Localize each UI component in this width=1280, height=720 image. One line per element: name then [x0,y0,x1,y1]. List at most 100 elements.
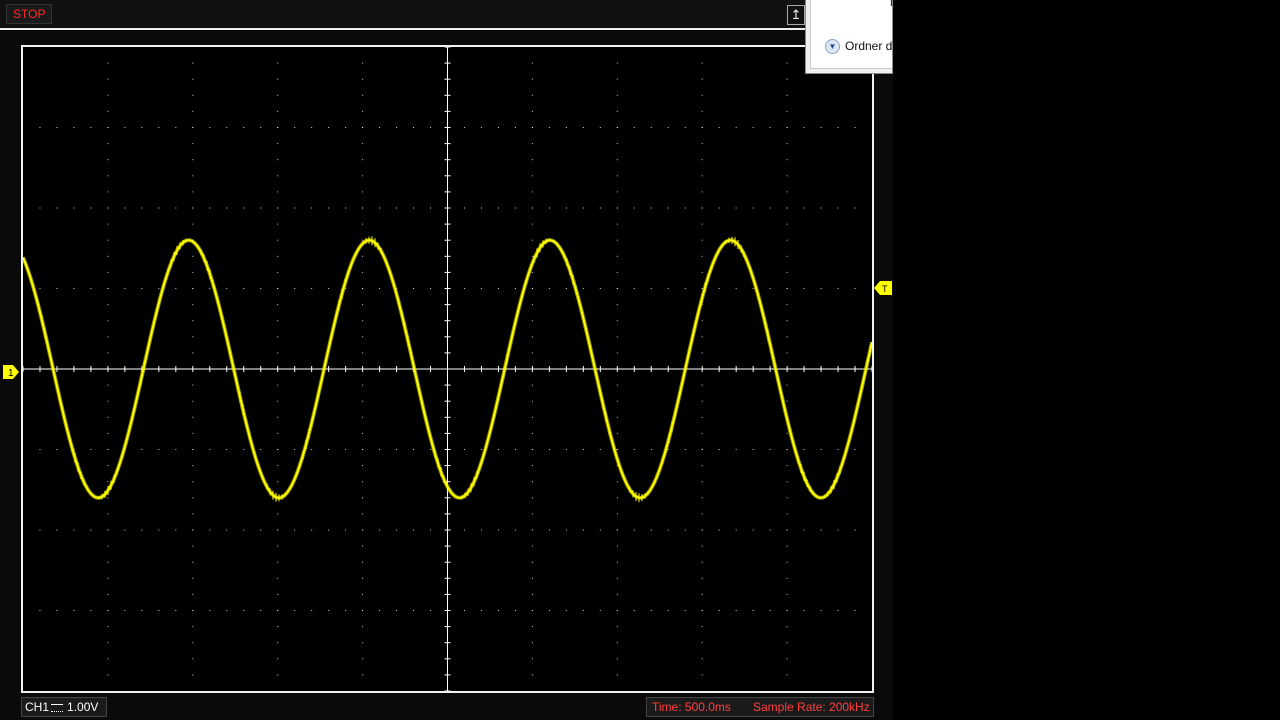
grid-dot [277,384,279,386]
grid-dot [684,610,686,611]
grid-dot [362,223,364,225]
grid-dot [277,481,279,483]
grid-dot [531,481,533,483]
grid-dot [379,207,381,209]
grid-dot [667,610,669,611]
grid-dot [209,207,211,209]
grid-dot [192,223,194,225]
grid-dot [735,127,737,128]
grid-dot [277,626,279,628]
grid-dot [701,449,703,450]
grid-dot [531,110,533,112]
grid-dot [548,529,550,531]
channel-1-status[interactable]: CH1 1.00V [21,697,108,717]
grid-dot [90,529,92,531]
grid-dot [786,497,788,499]
grid-dot [73,529,75,531]
grid-dot [752,610,754,611]
grid-dot [531,465,533,467]
grid-dot [192,577,194,579]
grid-dot [582,529,584,531]
grid-dot [786,513,788,515]
popup-option[interactable]: ▼ Ordner du [825,39,892,55]
grid-dot [362,352,364,354]
grid-dot [786,94,788,96]
grid-dot [531,159,533,161]
grid-dot [565,207,567,209]
grid-dot [820,207,822,209]
grid-dot [277,288,279,289]
grid-dot [803,288,805,289]
grid-dot [531,223,533,225]
grid-dot [209,288,211,289]
grid-dot [531,143,533,145]
grid-dot [735,207,737,209]
grid-dot [531,610,533,611]
grid-dot [565,127,567,128]
grid-dot [531,545,533,547]
grid-dot [616,610,618,611]
grid-dot [158,288,160,289]
grid-dot [226,127,228,128]
grid-dot [294,529,296,531]
grid-dot [803,127,805,128]
grid-dot [277,320,279,322]
grid-dot [633,288,635,289]
grid-dot [107,577,109,579]
grid-dot [565,529,567,531]
grid-dot [294,127,296,128]
grid-dot [616,497,618,499]
grid-dot [90,610,92,611]
grid-dot [294,288,296,289]
grid-dot [141,288,143,289]
grid-dot [277,255,279,257]
grid-dot [362,432,364,434]
grid-dot [531,239,533,241]
grid-dot [786,288,788,289]
grid-dot [396,449,398,450]
trigger-level-marker[interactable]: T [874,281,892,295]
grid-dot [531,191,533,193]
grid-dot [158,127,160,128]
grid-dot [531,207,533,209]
grid-dot [362,207,364,209]
grid-dot [650,529,652,531]
grid-dot [463,127,465,128]
channel-1-marker[interactable]: 1 [3,365,19,379]
grid-dot [107,674,109,676]
grid-dot [107,110,109,112]
top-status-bar: STOP ↥ [0,0,893,28]
grid-dot [616,288,618,289]
grid-dot [837,449,839,450]
grid-dot [90,207,92,209]
grid-dot [345,610,347,611]
grid-dot [192,561,194,563]
grid-dot [701,577,703,579]
grid-dot [107,610,109,611]
grid-dot [786,400,788,402]
grid-dot [531,642,533,644]
grid-dot [480,288,482,289]
rising-edge-icon[interactable]: ↥ [787,5,805,25]
grid-dot [90,288,92,289]
grid-dot [175,449,177,450]
grid-dot [752,127,754,128]
grid-dot [107,239,109,241]
grid-dot [277,191,279,193]
grid-dot [243,127,245,128]
grid-dot [107,432,109,434]
waveform-display[interactable] [21,45,874,693]
grid-dot [107,255,109,257]
grid-dot [362,481,364,483]
grid-dot [531,497,533,499]
grid-dot [769,449,771,450]
grid-dot [616,642,618,644]
grid-dot [616,481,618,483]
timebase-status[interactable]: Time: 500.0ms Sample Rate: 200kHz [646,697,874,717]
run-state-badge[interactable]: STOP [6,4,53,24]
grid-dot [820,529,822,531]
grid-dot [413,610,415,611]
grid-dot [786,175,788,177]
popup-content: Da ▼Ordner du [810,0,892,69]
desktop-background [893,0,1280,720]
